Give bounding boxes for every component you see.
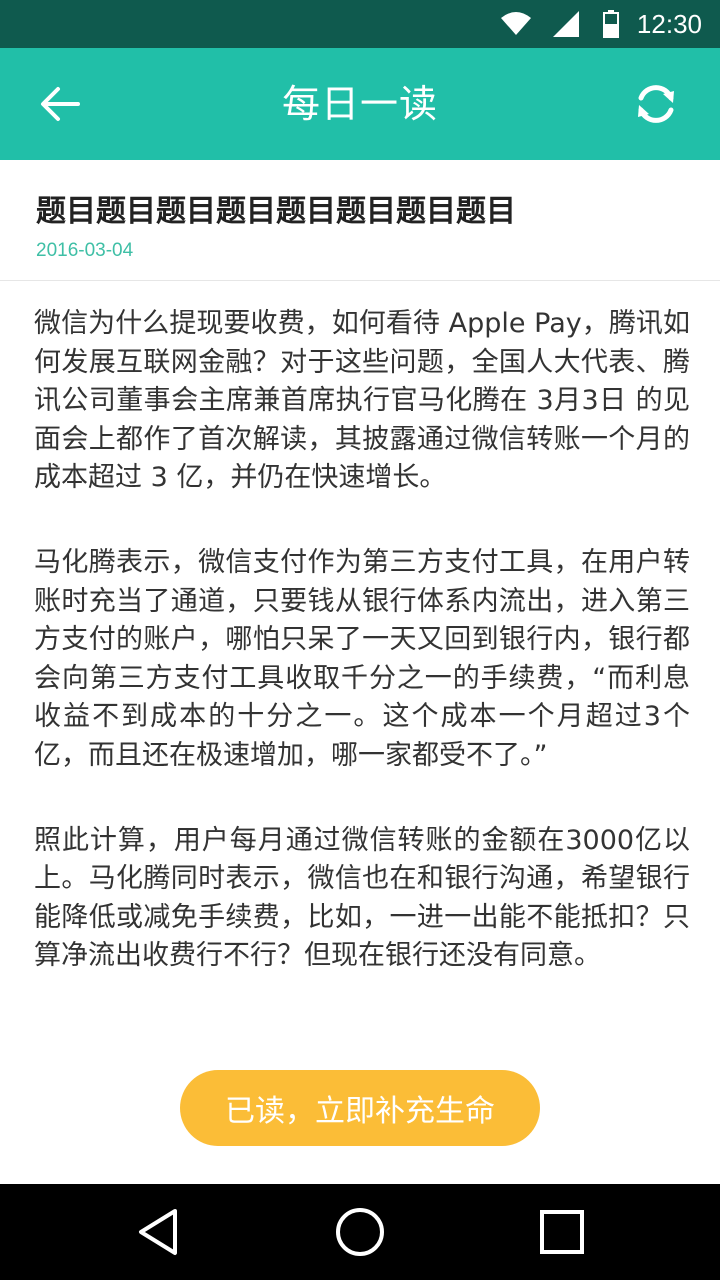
refresh-icon (638, 85, 674, 123)
back-triangle-icon (139, 1209, 177, 1255)
recents-square-icon (540, 1210, 584, 1254)
article-header: 题目题目题目题目题目题目题目题目 2016-03-04 (0, 160, 720, 281)
article-paragraph: 马化腾表示，微信支付作为第三方支付工具，在用户转账时充当了通道，只要钱从银行体系… (34, 546, 690, 771)
arrow-left-icon (41, 87, 80, 121)
article-body: 微信为什么提现要收费，如何看待 Apple Pay，腾讯如何发展互联网金融？对于… (34, 305, 690, 1022)
status-time: 12:30 (636, 8, 702, 39)
status-bar: 12:30 (0, 0, 720, 48)
nav-recents-button[interactable] (532, 1202, 592, 1262)
battery-icon (602, 10, 619, 38)
app-bar: 每日一读 (0, 48, 720, 160)
home-circle-icon (336, 1208, 384, 1256)
system-nav-bar (0, 1184, 720, 1280)
refresh-button[interactable] (626, 74, 686, 134)
nav-home-button[interactable] (330, 1202, 390, 1262)
status-icons: 12:30 (500, 0, 702, 48)
cellular-signal-icon (552, 11, 579, 37)
wifi-icon (500, 12, 531, 36)
article-paragraph: 微信为什么提现要收费，如何看待 Apple Pay，腾讯如何发展互联网金融？对于… (34, 308, 690, 494)
article-paragraph: 照此计算，用户每月通过微信转账的金额在3000亿以上。马化腾同时表示，微信也在和… (34, 824, 690, 972)
nav-back-button[interactable] (128, 1202, 188, 1262)
mark-read-button[interactable]: 已读，立即补充生命 (180, 1070, 540, 1146)
page-title: 每日一读 (281, 82, 438, 126)
article-date: 2016-03-04 (36, 240, 134, 261)
article-title: 题目题目题目题目题目题目题目题目 (36, 194, 516, 229)
back-button[interactable] (30, 76, 90, 132)
